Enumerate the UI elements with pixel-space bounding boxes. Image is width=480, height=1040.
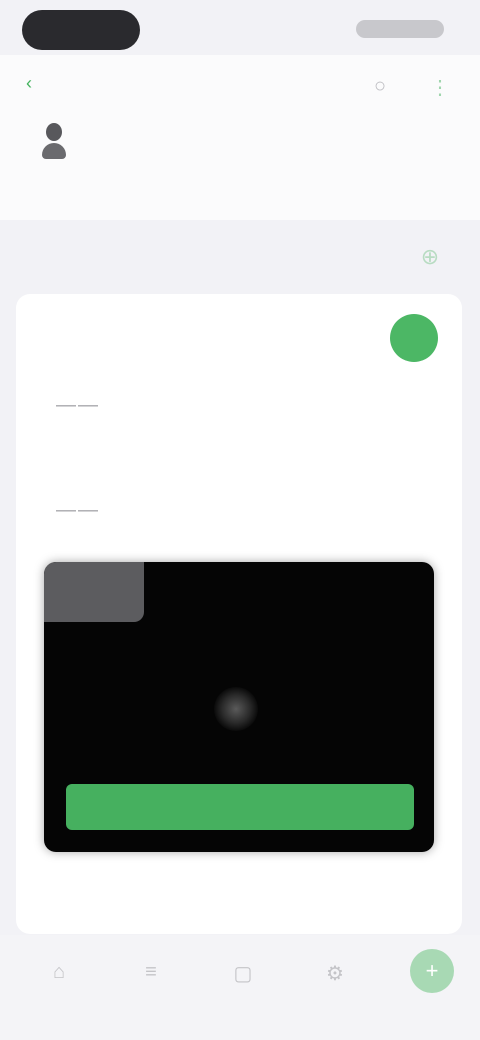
calendar-icon: ▢: [233, 963, 253, 985]
content-card: —― —―: [16, 294, 462, 934]
add-icon[interactable]: ⊕: [412, 244, 448, 272]
status-indicators: [356, 20, 444, 38]
search-icon[interactable]: ○: [368, 75, 392, 99]
list-icon: ≡: [145, 961, 157, 983]
bottom-tab-bar: ⌂ ≡ ▢ ⚙ +: [0, 935, 480, 1040]
plus-icon: +: [425, 958, 439, 983]
info-row[interactable]: —―: [56, 489, 306, 549]
home-icon: ⌂: [52, 961, 66, 983]
tab-home[interactable]: ⌂: [24, 961, 94, 988]
app-screen: ‹ ○ ⋮ ⊕ —― —― ⌂ ≡ ▢ ⚙ +: [0, 0, 480, 1040]
video-action-button[interactable]: [66, 784, 414, 830]
person-icon[interactable]: [38, 123, 70, 163]
chevron-left-icon: ‹: [26, 73, 32, 93]
header: ‹ ○ ⋮: [0, 55, 480, 220]
phone-icon: —―: [56, 499, 100, 521]
tab-calendar[interactable]: ▢: [208, 961, 278, 990]
info-row[interactable]: —―: [56, 384, 306, 444]
video-thumbnail: [44, 562, 144, 622]
play-icon[interactable]: [214, 687, 258, 731]
add-button[interactable]: +: [410, 949, 454, 993]
settings-icon: ⚙: [326, 963, 344, 985]
tab-list[interactable]: ≡: [116, 961, 186, 988]
status-bar-time-pill: [22, 10, 140, 50]
person-icon-body: [42, 143, 66, 159]
person-icon-head: [46, 123, 62, 141]
card-caption: [52, 316, 332, 324]
more-icon[interactable]: ⋮: [428, 75, 452, 99]
video-preview[interactable]: [44, 562, 434, 852]
phone-icon: —―: [56, 394, 100, 416]
tab-settings[interactable]: ⚙: [300, 961, 370, 990]
back-button[interactable]: ‹: [26, 73, 86, 99]
status-toggle-button[interactable]: [390, 314, 438, 362]
